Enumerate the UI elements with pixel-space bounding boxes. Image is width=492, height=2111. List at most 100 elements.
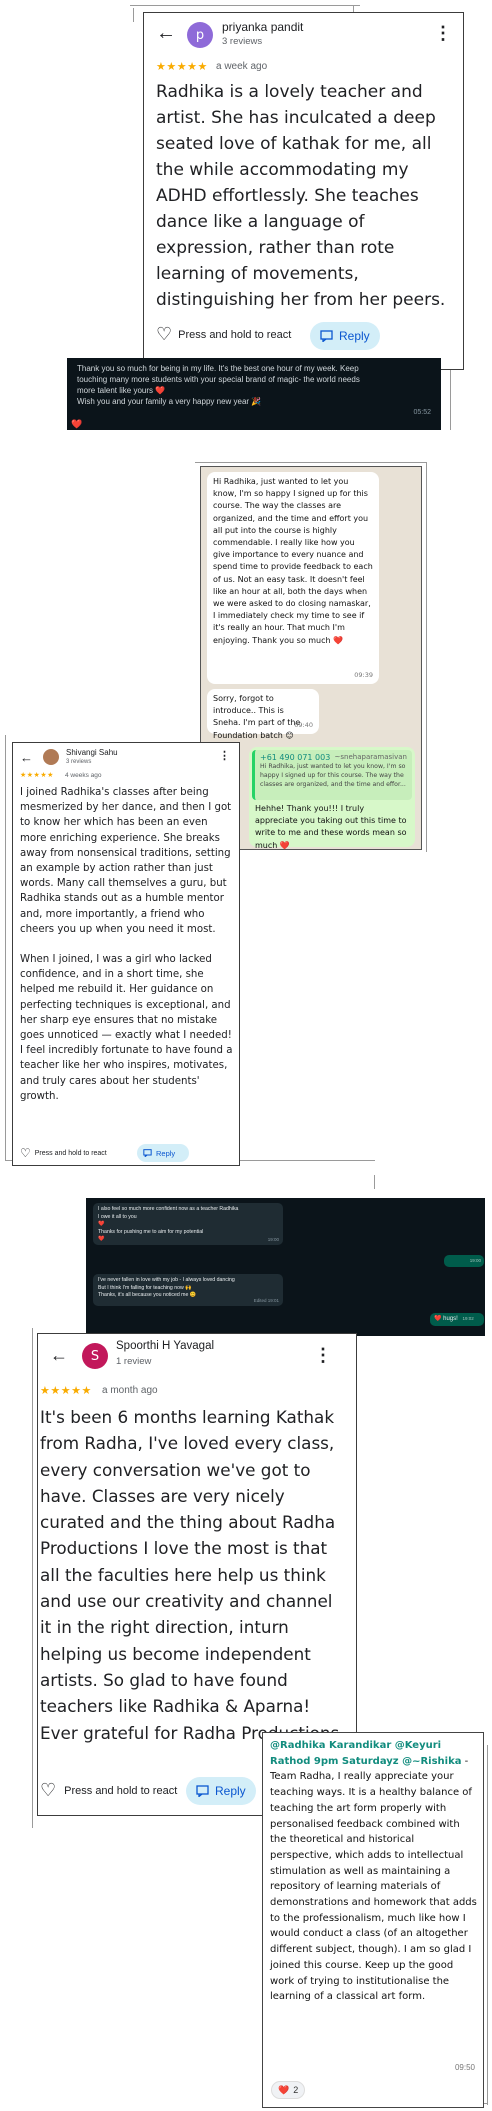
message-time: 09:40 — [294, 720, 313, 729]
message-text: Hehhe! Thank you!!! I truly appreciate y… — [255, 804, 407, 850]
reviewer-name: Spoorthi H Yavagal — [116, 1340, 215, 1352]
message-body: - Team Radha, I really appreciate your t… — [270, 1755, 477, 2003]
more-options-icon[interactable]: ⋮ — [314, 1346, 332, 1364]
react-label[interactable]: Press and hold to react — [35, 1150, 107, 1157]
avatar — [43, 749, 59, 765]
frame-line — [487, 1745, 488, 2105]
back-arrow-icon[interactable]: ← — [20, 751, 33, 764]
chat-line: Thanks for pushing me to aim for my pote… — [98, 1228, 204, 1235]
message-time: 19:02 — [462, 1316, 474, 1321]
outgoing-message: ❤️ hugs! 19:02 — [430, 1313, 484, 1326]
message-time: 09:39 — [354, 670, 373, 679]
review-count: 1 review — [116, 1356, 152, 1367]
frame-line — [195, 462, 427, 463]
outgoing-message: +61 490 071 003 ~snehaparamasivan Hi Rad… — [249, 747, 415, 850]
chat-line: more talent like yours ❤️ — [77, 386, 166, 395]
incoming-message: I've never fallen in love with my job - … — [93, 1274, 283, 1306]
mention-links[interactable]: @Radhika Karandikar @Keyuri Rathod 9pm S… — [270, 1740, 461, 1767]
chat-line: Thanks, it's all because you noticed me … — [98, 1292, 197, 1298]
back-arrow-icon[interactable]: ← — [156, 23, 176, 43]
dark-chat-screenshot: I also feel so much more confident now a… — [86, 1198, 485, 1336]
message-text: @Radhika Karandikar @Keyuri Rathod 9pm S… — [270, 1738, 478, 2005]
message-time: 19:00 — [267, 1236, 279, 1242]
frame-line — [133, 8, 134, 22]
react-row: ♡ Press and hold to react — [156, 324, 291, 345]
heart-outline-icon[interactable]: ♡ — [40, 1780, 56, 1801]
review-count: 3 reviews — [222, 36, 263, 47]
reply-label: Reply — [339, 329, 370, 343]
reaction-chip[interactable]: ❤️ 2 — [271, 2081, 306, 2099]
reaction-emoji: ❤️ — [278, 2084, 290, 2095]
review-card-priyanka: ← p priyanka pandit 3 reviews ⋮ ★★★★★ a … — [143, 12, 464, 370]
incoming-message: Hi Radhika, just wanted to let you know,… — [207, 472, 379, 684]
reply-icon — [196, 1785, 209, 1797]
frame-line — [426, 462, 427, 852]
review-time: a month ago — [102, 1385, 158, 1396]
reply-label: Reply — [215, 1784, 246, 1798]
frame-line — [374, 1175, 375, 1189]
chat-line: Thank you so much for being in my life. … — [77, 364, 359, 373]
chat-line: I've never fallen in love with my job - … — [98, 1277, 235, 1283]
star-rating: ★★★★★ — [40, 1385, 92, 1397]
message-text: ❤️ hugs! — [434, 1316, 458, 1322]
frame-line — [450, 370, 451, 430]
star-rating: ★★★★★ — [156, 61, 208, 73]
avatar: S — [82, 1343, 108, 1369]
chat-line: ❤️ — [98, 1221, 105, 1227]
review-header: ← — [156, 23, 176, 43]
message-time: 09:50 — [454, 2063, 475, 2072]
reviewer-name: priyanka pandit — [222, 20, 304, 34]
chat-line: ❤️ — [98, 1236, 105, 1242]
heart-outline-icon[interactable]: ♡ — [20, 1146, 31, 1160]
review-body: I joined Radhika's classes after being m… — [20, 785, 234, 1104]
chat-line: But I think I'm falling for teaching now… — [98, 1284, 192, 1291]
back-arrow-icon[interactable]: ← — [50, 1346, 68, 1364]
incoming-message: I also feel so much more confident now a… — [93, 1203, 283, 1245]
review-paragraph: When I joined, I was a girl who lacked c… — [20, 954, 233, 1102]
frame-line — [5, 735, 6, 1161]
quote-header: +61 490 071 003 ~snehaparamasivan — [260, 753, 407, 762]
message-time: Edited 19:01 — [253, 1297, 279, 1303]
frame-line — [32, 1328, 33, 1828]
review-body: It's been 6 months learning Kathak from … — [40, 1407, 345, 1743]
quoted-message[interactable]: +61 490 071 003 ~snehaparamasivan Hi Rad… — [252, 750, 412, 800]
message-text: Hi Radhika, just wanted to let you know,… — [213, 477, 373, 645]
react-row: ♡ Press and hold to react — [20, 1146, 107, 1160]
react-label[interactable]: Press and hold to react — [178, 329, 291, 341]
frame-line — [130, 5, 360, 6]
reviewer-name: Shivangi Sahu — [66, 748, 118, 757]
react-label[interactable]: Press and hold to react — [64, 1785, 177, 1797]
reply-button[interactable]: Reply — [310, 322, 380, 350]
chat-line: touching many more students with your sp… — [77, 375, 360, 384]
avatar: p — [187, 22, 213, 48]
chat-line: I also feel so much more confident now a… — [98, 1206, 239, 1212]
reaction-heart: ❤️ — [71, 419, 83, 429]
reply-label: Reply — [156, 1148, 176, 1158]
review-body: Radhika is a lovely teacher and artist. … — [156, 82, 446, 310]
reaction-count: 2 — [293, 2085, 299, 2095]
star-rating: ★★★★★ — [20, 772, 54, 779]
quote-text: Hi Radhika, just wanted to let you know,… — [260, 763, 406, 788]
message-time: 05:52 — [413, 409, 431, 416]
chat-line: Wish you and your family a very happy ne… — [77, 397, 262, 406]
outgoing-message: 19:00 — [444, 1255, 484, 1267]
chat-message: Thank you so much for being in my life. … — [77, 363, 433, 407]
chat-line: I owe it all to you — [98, 1213, 137, 1220]
more-options-icon[interactable]: ⋮ — [219, 751, 230, 762]
message-text: Sorry, forgot to introduce.. This is Sne… — [213, 694, 301, 740]
reply-icon — [320, 330, 333, 342]
review-count: 3 reviews — [66, 759, 92, 765]
message-time: 19:00 — [469, 1258, 481, 1263]
review-paragraph: I joined Radhika's classes after being m… — [20, 787, 232, 935]
review-time: 4 weeks ago — [65, 772, 102, 779]
incoming-message: Sorry, forgot to introduce.. This is Sne… — [207, 689, 319, 740]
quote-sender: +61 490 071 003 — [260, 753, 331, 762]
more-options-icon[interactable]: ⋮ — [434, 24, 452, 42]
heart-outline-icon[interactable]: ♡ — [156, 324, 172, 345]
react-row: ♡ Press and hold to react — [40, 1780, 177, 1801]
review-card-shivangi: ← Shivangi Sahu 3 reviews ⋮ ★★★★★ 4 week… — [12, 742, 240, 1166]
reply-button[interactable]: Reply — [137, 1144, 189, 1162]
reply-button[interactable]: Reply — [186, 1777, 256, 1805]
dark-chat-screenshot: Thank you so much for being in my life. … — [67, 358, 441, 430]
whatsapp-message-team-radha: @Radhika Karandikar @Keyuri Rathod 9pm S… — [262, 1732, 484, 2108]
